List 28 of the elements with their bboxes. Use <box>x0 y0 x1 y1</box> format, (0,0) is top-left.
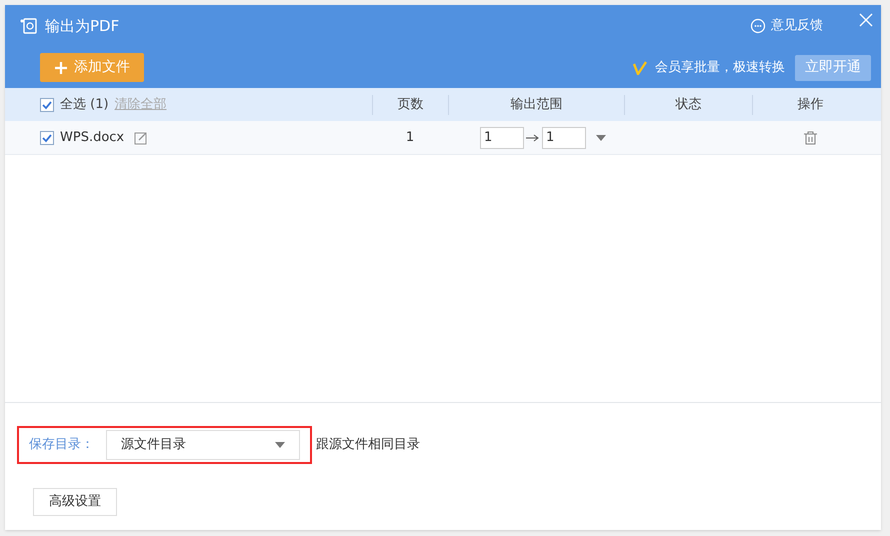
range-to-field[interactable]: 1 <box>542 126 586 148</box>
save-directory-label: 保存目录： <box>29 436 94 454</box>
column-header: 输出范围 <box>510 96 562 114</box>
vip-icon <box>633 60 647 74</box>
promo-text: 会员享批量，极速转换 <box>655 58 785 77</box>
page-count: 1 <box>406 128 414 147</box>
directory-dropdown[interactable]: 源文件目录 <box>106 430 300 460</box>
file-row[interactable]: WPS.docx 1 1 1 <box>5 121 881 155</box>
select-all-label: 全选 (1) <box>60 96 109 114</box>
trash-icon[interactable] <box>804 130 816 144</box>
file-name: WPS.docx <box>60 128 124 147</box>
plus-icon <box>54 60 68 74</box>
advanced-settings-button[interactable]: 高级设置 <box>33 488 117 516</box>
checkbox[interactable] <box>40 130 54 144</box>
column-header: 页数 <box>398 96 424 114</box>
document-icon <box>19 17 39 35</box>
chat-bubble-icon <box>750 18 766 34</box>
dropdown-arrow-icon[interactable] <box>596 134 606 140</box>
arrow-icon <box>526 134 540 142</box>
edit-icon[interactable] <box>134 130 148 144</box>
directory-hint: 跟源文件相同目录 <box>316 436 420 454</box>
column-header: 状态 <box>676 96 702 114</box>
checkbox[interactable] <box>40 98 54 112</box>
window-title: 输出为PDF <box>45 16 120 37</box>
range-from-field[interactable]: 1 <box>480 126 524 148</box>
column-header: 操作 <box>798 96 824 114</box>
caret-icon <box>275 442 285 448</box>
close-button[interactable] <box>859 13 873 27</box>
